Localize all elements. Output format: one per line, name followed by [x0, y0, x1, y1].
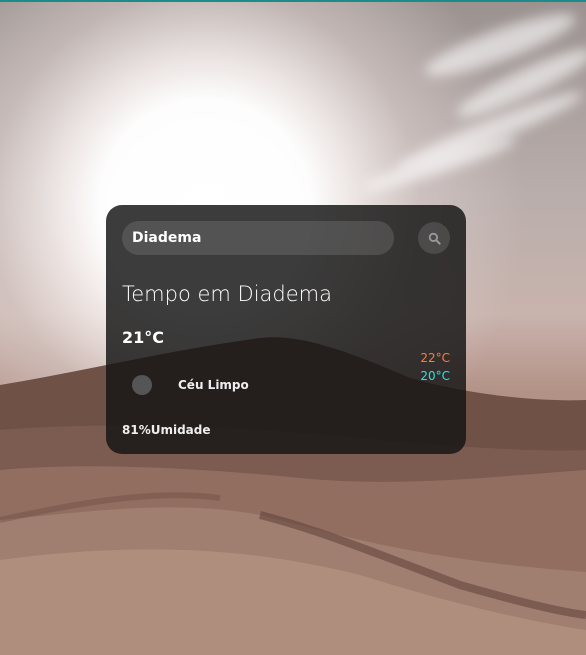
weather-icon	[132, 375, 152, 395]
city-title: Tempo em Diadema	[122, 282, 332, 306]
max-temperature: 22°C	[420, 351, 450, 365]
current-temperature: 21°C	[122, 328, 165, 347]
top-accent-line	[0, 0, 586, 2]
weather-description: Céu Limpo	[178, 378, 249, 392]
search-button[interactable]	[418, 222, 450, 254]
weather-card: Diadema Tempo em Diadema 21°C 22°C 20°C …	[106, 205, 466, 454]
min-temperature: 20°C	[420, 369, 450, 383]
humidity: 81%Umidade	[122, 423, 211, 437]
search-input[interactable]: Diadema	[122, 221, 394, 255]
magnifier-icon	[428, 232, 441, 245]
